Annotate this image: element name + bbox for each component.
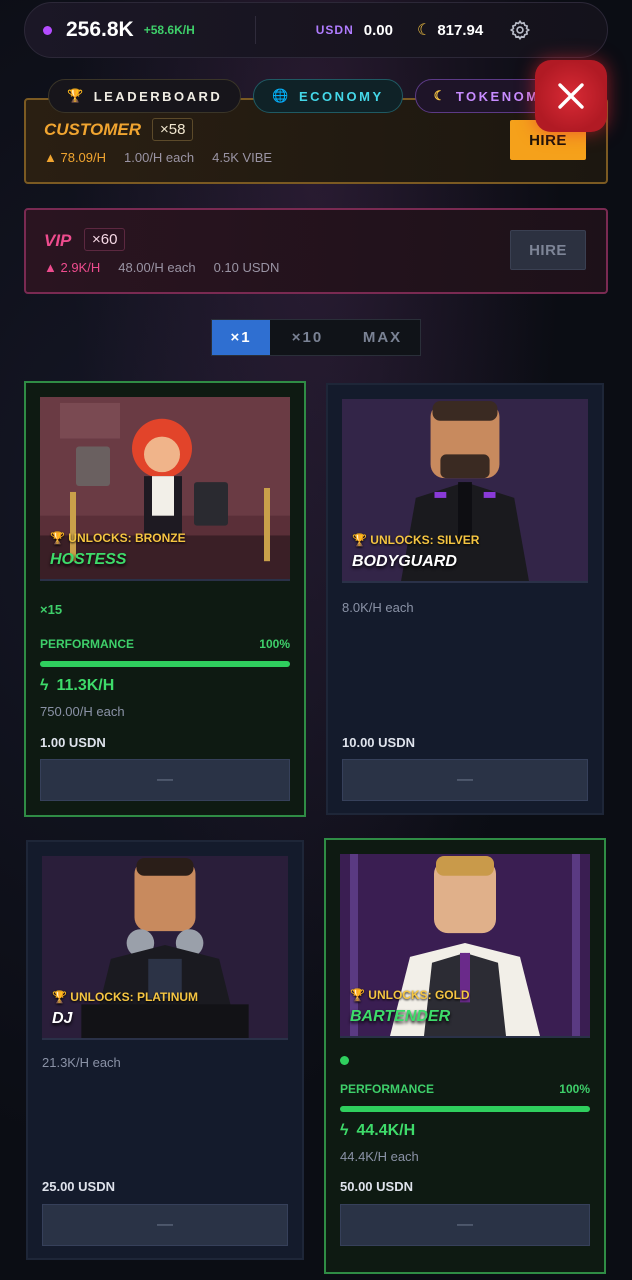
performance-bar: [40, 661, 290, 667]
dj-action-button[interactable]: —: [42, 1204, 288, 1246]
recruit-cost: 4.5K VIBE: [212, 150, 273, 165]
staff-name: BODYGUARD: [352, 553, 457, 570]
staff-each: 21.3K/H each: [42, 1055, 121, 1070]
staff-count: ×15: [40, 602, 63, 617]
performance-value: 100%: [559, 1082, 590, 1096]
staff-card-bartender: 🏆 UNLOCKS: GOLD BARTENDER PERFORMANCE 10…: [324, 838, 606, 1274]
staff-rate-value: 11.3K/H: [56, 677, 115, 694]
globe-icon: 🌐: [272, 88, 291, 103]
tab-leaderboard[interactable]: 🏆 LEADERBOARD: [48, 79, 242, 113]
tab-label: ECONOMY: [299, 88, 384, 104]
recruit-count: ×60: [84, 228, 126, 251]
recruit-row-vip: VIP ×60 ▲ 2.9K/H 48.00/H each 0.10 USDN …: [24, 208, 608, 294]
performance-bar-fill: [40, 661, 290, 667]
bartender-portrait: 🏆 UNLOCKS: GOLD BARTENDER: [340, 854, 590, 1038]
staff-name: BARTENDER: [350, 1008, 451, 1025]
tab-economy[interactable]: 🌐 ECONOMY: [253, 79, 403, 113]
unlock-tier: 🏆 UNLOCKS: PLATINUM: [52, 990, 199, 1004]
staff-name: HOSTESS: [50, 551, 127, 568]
hostess-action-button[interactable]: —: [40, 759, 290, 801]
multiplier-x1[interactable]: ×1: [212, 320, 270, 355]
staff-card-dj: 🏆 UNLOCKS: PLATINUM DJ 21.3K/H each 25.0…: [26, 840, 304, 1260]
staff-rate: ϟ 44.4K/H: [340, 1122, 415, 1140]
unlock-tier: 🏆 UNLOCKS: SILVER: [352, 533, 480, 547]
stats-bar: 256.8K +58.6K/H USDN 0.00 ☾ 817.94: [24, 2, 608, 58]
usdn-balance: 0.00: [363, 21, 393, 39]
gear-icon[interactable]: [509, 19, 531, 41]
moon-balance: 817.94: [437, 21, 484, 39]
staff-each: 44.4K/H each: [340, 1149, 419, 1164]
recruit-each: 1.00/H each: [124, 150, 195, 165]
bodyguard-portrait: 🏆 UNLOCKS: SILVER BODYGUARD: [342, 399, 588, 583]
staff-card-bodyguard: 🏆 UNLOCKS: SILVER BODYGUARD 8.0K/H each …: [326, 383, 604, 815]
lightning-icon: ϟ: [40, 677, 49, 694]
hostess-portrait: 🏆 UNLOCKS: BRONZE HOSTESS: [40, 397, 290, 581]
recruit-stats: ▲ 78.09/H 1.00/H each 4.5K VIBE: [44, 150, 272, 165]
staff-each: 750.00/H each: [40, 704, 125, 719]
usdn-label: USDN: [315, 23, 354, 37]
divider: [254, 16, 256, 44]
performance-row: PERFORMANCE 100%: [340, 1082, 590, 1096]
dj-portrait: 🏆 UNLOCKS: PLATINUM DJ: [42, 856, 288, 1040]
balance-rate: +58.6K/H: [143, 23, 195, 37]
hire-vip-button[interactable]: HIRE: [510, 230, 586, 270]
recruit-stats: ▲ 2.9K/H 48.00/H each 0.10 USDN: [44, 260, 279, 275]
recruit-each: 48.00/H each: [118, 260, 196, 275]
tab-label: LEADERBOARD: [93, 88, 223, 104]
multiplier-x10[interactable]: ×10: [270, 320, 345, 355]
unlock-tier: 🏆 UNLOCKS: BRONZE: [50, 531, 186, 545]
status-dot: [43, 25, 52, 35]
staff-name: DJ: [52, 1010, 73, 1027]
recruit-count: ×58: [152, 118, 194, 141]
staff-price: 10.00 USDN: [342, 735, 415, 750]
staff-card-hostess: 🏆 UNLOCKS: BRONZE HOSTESS ×15 PERFORMANC…: [24, 381, 306, 817]
performance-label: PERFORMANCE: [340, 1082, 435, 1096]
unlock-tier: 🏆 UNLOCKS: GOLD: [350, 988, 470, 1002]
quantity-multiplier: ×1 ×10 MAX: [211, 319, 421, 356]
lightning-icon: ϟ: [340, 1122, 349, 1139]
performance-bar: [340, 1106, 590, 1112]
balance-value: 256.8K: [66, 18, 134, 41]
moon-icon: ☾: [433, 88, 448, 103]
performance-label: PERFORMANCE: [40, 637, 135, 651]
recruit-name: CUSTOMER: [44, 120, 141, 139]
close-icon: [558, 83, 584, 109]
bodyguard-action-button[interactable]: —: [342, 759, 588, 801]
tab-bar: 🏆 LEADERBOARD 🌐 ECONOMY ☾ TOKENOMICS: [48, 79, 575, 113]
recruit-rate: ▲ 78.09/H: [44, 150, 107, 165]
staff-rate-value: 44.4K/H: [356, 1122, 416, 1139]
performance-row: PERFORMANCE 100%: [40, 637, 290, 651]
staff-price: 50.00 USDN: [340, 1179, 413, 1194]
performance-value: 100%: [259, 637, 290, 651]
bartender-action-button[interactable]: —: [340, 1204, 590, 1246]
staff-rate: ϟ 11.3K/H: [40, 677, 114, 695]
owned-indicator-dot: [340, 1056, 349, 1065]
performance-bar-fill: [340, 1106, 590, 1112]
trophy-icon: 🏆: [67, 88, 86, 103]
staff-price: 25.00 USDN: [42, 1179, 115, 1194]
recruit-name: VIP: [44, 231, 72, 250]
recruit-rate: ▲ 2.9K/H: [44, 260, 101, 275]
staff-price: 1.00 USDN: [40, 735, 106, 750]
close-button[interactable]: [535, 60, 607, 132]
moon-icon: ☾: [416, 22, 432, 39]
multiplier-max[interactable]: MAX: [345, 320, 420, 355]
recruit-cost: 0.10 USDN: [213, 260, 280, 275]
staff-each: 8.0K/H each: [342, 600, 414, 615]
